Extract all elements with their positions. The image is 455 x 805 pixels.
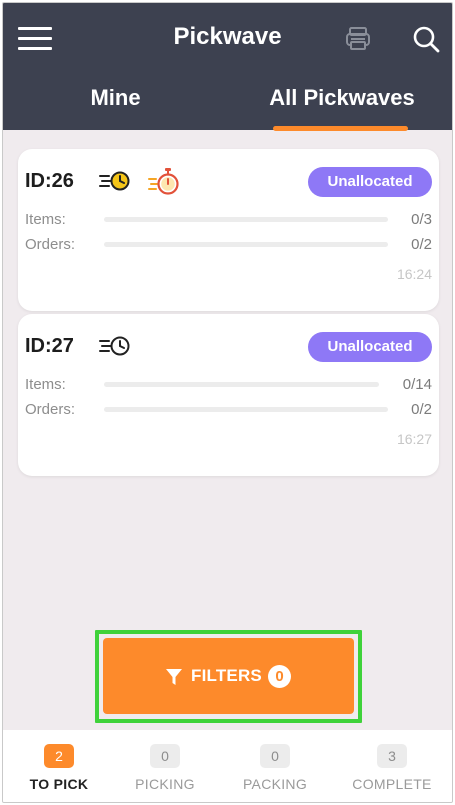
pickwave-id: ID:27 — [25, 335, 74, 357]
items-value: 0/3 — [411, 211, 432, 228]
nav-count-badge: 0 — [260, 744, 290, 768]
fast-clock-icon — [99, 170, 131, 192]
nav-complete[interactable]: 3 COMPLETE — [336, 730, 448, 802]
orders-progress-bar — [104, 407, 388, 412]
status-badge: Unallocated — [308, 332, 432, 362]
search-icon[interactable] — [412, 25, 440, 53]
timestamp: 16:27 — [396, 431, 432, 447]
funnel-icon — [166, 669, 182, 685]
nav-count-badge: 2 — [44, 744, 74, 768]
fast-clock-icon — [99, 335, 131, 357]
active-tab-indicator — [273, 126, 408, 131]
nav-label: COMPLETE — [352, 776, 432, 792]
nav-label: PACKING — [242, 776, 308, 792]
nav-label: PICKING — [135, 776, 195, 792]
items-label: Items: — [25, 376, 66, 393]
items-value: 0/14 — [402, 376, 432, 393]
pickwave-card[interactable]: ID:26 Unallocated Items: 0/3 Orders: 0/2… — [18, 149, 439, 311]
items-label: Items: — [25, 211, 66, 228]
items-progress-bar — [104, 217, 388, 222]
nav-to-pick[interactable]: 2 TO PICK — [3, 730, 115, 802]
orders-label: Orders: — [25, 401, 76, 418]
timestamp: 16:24 — [396, 266, 432, 282]
filters-button[interactable]: FILTERS 0 — [103, 638, 354, 714]
orders-label: Orders: — [25, 236, 76, 253]
nav-packing[interactable]: 0 PACKING — [219, 730, 331, 802]
bottom-nav: 2 TO PICK 0 PICKING 0 PACKING 3 COMPLETE — [3, 730, 452, 802]
nav-picking[interactable]: 0 PICKING — [109, 730, 221, 802]
filters-count-badge: 0 — [268, 665, 291, 688]
stopwatch-icon — [148, 167, 180, 195]
nav-count-badge: 0 — [150, 744, 180, 768]
printer-icon[interactable] — [344, 25, 372, 53]
orders-value: 0/2 — [411, 236, 432, 253]
page-title: Pickwave — [173, 23, 282, 50]
orders-progress-bar — [104, 242, 388, 247]
orders-value: 0/2 — [411, 401, 432, 418]
tab-mine[interactable]: Mine — [33, 85, 198, 130]
tab-all-pickwaves[interactable]: All Pickwaves — [259, 85, 425, 130]
app-frame: Pickwave Mine All Pickwaves ID:26 Unallo… — [2, 2, 453, 803]
pickwave-id: ID:26 — [25, 170, 74, 192]
hamburger-menu-icon[interactable] — [18, 27, 52, 53]
pickwave-card[interactable]: ID:27 Unallocated Items: 0/14 Orders: 0/… — [18, 314, 439, 476]
filters-label: FILTERS — [191, 666, 262, 685]
nav-label: TO PICK — [29, 776, 89, 792]
tab-bar: Mine All Pickwaves — [3, 85, 452, 131]
nav-count-badge: 3 — [377, 744, 407, 768]
app-header: Pickwave Mine All Pickwaves — [3, 3, 452, 131]
items-progress-bar — [104, 382, 379, 387]
status-badge: Unallocated — [308, 167, 432, 197]
